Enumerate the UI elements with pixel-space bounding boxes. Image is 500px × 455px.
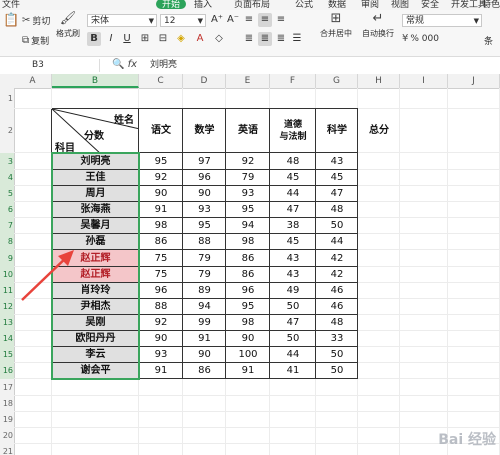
justify-button[interactable]: ☰ (290, 32, 304, 46)
align-right-icon: ≣ (276, 33, 286, 44)
menu-item-0[interactable]: 文件 (2, 0, 20, 10)
underline-icon: U (123, 33, 131, 44)
annotation-arrow (21, 250, 74, 301)
watermark-logo: Bai 经验 (438, 432, 496, 448)
justify-icon: ☰ (292, 33, 302, 44)
cut-button[interactable]: ✂ 剪切 (22, 14, 50, 27)
align-right-button[interactable]: ≣ (274, 32, 288, 46)
merge-icon: ⊞ (330, 11, 342, 26)
menu-item-1[interactable]: 开始 (156, 0, 187, 10)
align-bottom-button[interactable]: ≡ (274, 13, 288, 27)
font-grow-icon: A⁺ (210, 14, 224, 25)
brush-icon: 🖌 (59, 11, 77, 26)
paint-bucket-icon: ◈ (177, 33, 185, 44)
font-shrink-button[interactable]: A⁻ (226, 13, 240, 27)
menu-item-7[interactable]: 视图 (391, 0, 409, 10)
conditional-format-button[interactable]: 条 (484, 34, 493, 47)
wrap-icon: ↵ (372, 11, 384, 26)
align-bottom-icon: ≡ (276, 14, 286, 25)
menu-item-10[interactable]: 特色功能 (482, 0, 500, 10)
borders-button[interactable]: ⊞ (138, 32, 152, 46)
paste-button[interactable]: 📋 粘贴 (3, 14, 19, 30)
scissors-icon: ✂ (22, 14, 31, 26)
align-top-icon: ≡ (244, 14, 254, 25)
menu-item-6[interactable]: 审阅 (361, 0, 379, 10)
font-shrink-icon: A⁻ (226, 14, 240, 25)
italic-icon: I (109, 33, 113, 44)
menu-bar: 文件开始插入页面布局公式数据审阅视图安全开发工具特色功能 (0, 0, 500, 10)
copy-icon: ⧉ (22, 34, 30, 46)
chevron-down-icon: ▼ (148, 17, 154, 25)
font-size-select[interactable]: 12 ▼ (160, 14, 206, 27)
align-top-button[interactable]: ≡ (242, 13, 256, 27)
bold-icon: B (90, 33, 98, 44)
formula-tools: 🔍 fx (112, 59, 137, 70)
bold-button[interactable]: B (87, 32, 101, 46)
merge-format-button[interactable]: ⊟ (156, 32, 170, 46)
border-icon: ⊞ (140, 33, 150, 44)
menu-item-5[interactable]: 数据 (328, 0, 346, 10)
chevron-down-icon: ▼ (197, 17, 203, 25)
align-middle-button[interactable]: ≡ (258, 13, 272, 27)
menu-item-2[interactable]: 插入 (194, 0, 212, 10)
arrow-shaft (21, 253, 71, 301)
fill-color-button[interactable]: ◈ (174, 32, 188, 46)
name-box[interactable]: B3 (0, 59, 100, 72)
number-format-buttons[interactable]: ¥ % 000 (402, 33, 439, 45)
currency-icon: ¥ (402, 33, 409, 44)
formula-bar: B3 🔍 fx 刘明亮 (0, 57, 500, 75)
font-grow-button[interactable]: A⁺ (210, 13, 224, 27)
zoom-icon[interactable]: 🔍 (112, 59, 124, 70)
align-middle-icon: ≡ (260, 14, 270, 25)
table-icon: ⊟ (158, 33, 168, 44)
clear-format-button[interactable]: ◇ (212, 32, 226, 46)
merge-center-button[interactable]: ⊞ 合并居中 (320, 12, 352, 39)
font-color-icon: A (196, 33, 204, 44)
fx-icon[interactable]: fx (128, 59, 137, 70)
underline-button[interactable]: U (120, 32, 134, 46)
number-format-select[interactable]: 常规 ▼ (402, 14, 482, 27)
spreadsheet-grid[interactable]: ABCDEFGHIJ 1 2 3 4 5 6 7 8 9 10 11 12 13 14 15 16 17 18 19… (0, 74, 500, 455)
menu-item-4[interactable]: 公式 (295, 0, 313, 10)
align-left-button[interactable]: ≣ (242, 32, 256, 46)
chevron-down-icon: ▼ (473, 17, 479, 25)
formula-input[interactable]: 刘明亮 (150, 59, 177, 72)
align-center-icon: ≣ (260, 33, 270, 44)
menu-item-8[interactable]: 安全 (421, 0, 439, 10)
menu-item-3[interactable]: 页面布局 (234, 0, 270, 10)
font-color-button[interactable]: A (193, 32, 207, 46)
clipboard-icon: 📋 (3, 13, 20, 28)
align-left-icon: ≣ (244, 33, 254, 44)
font-name-select[interactable]: 宋体 ▼ (87, 14, 157, 27)
ribbon-toolbar: 📋 粘贴 ✂ 剪切 ⧉ 复制 🖌 格式刷 宋体 ▼ 12 ▼ A⁺ A⁻ B I… (0, 10, 500, 57)
wrap-text-button[interactable]: ↵ 自动换行 (362, 12, 394, 39)
format-painter-button[interactable]: 🖌 格式刷 (56, 12, 80, 39)
italic-button[interactable]: I (104, 32, 118, 46)
align-center-button[interactable]: ≣ (258, 32, 272, 46)
eraser-icon: ◇ (215, 33, 223, 44)
copy-button[interactable]: ⧉ 复制 (22, 34, 49, 47)
